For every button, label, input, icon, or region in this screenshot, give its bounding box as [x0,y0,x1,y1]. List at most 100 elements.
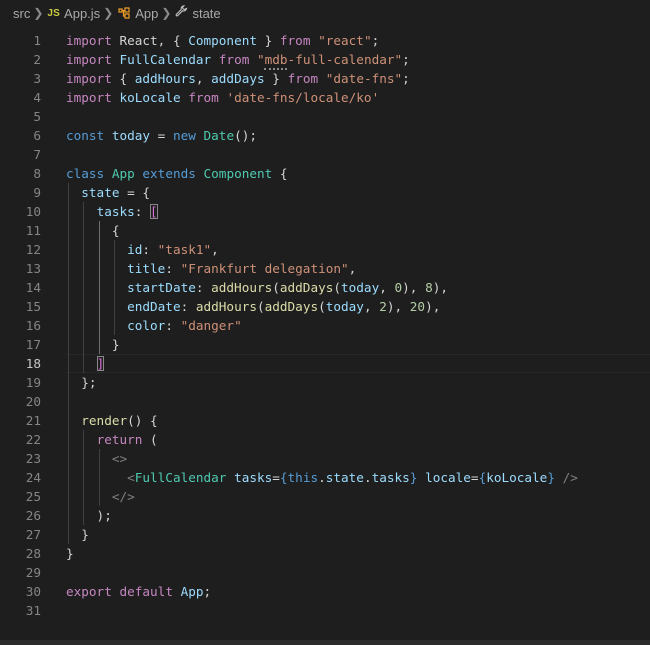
code-token: today [111,128,151,143]
code-text: import koLocale from 'date-fns/locale/ko… [66,88,379,107]
code-token: addHours [134,71,196,86]
code-token: ), [425,299,441,314]
line-number: 19 [25,375,41,390]
line-number: 28 [25,546,41,561]
code-token: import [66,71,112,86]
code-token: from [279,33,311,48]
code-line[interactable]: 4 import koLocale from 'date-fns/locale/k… [0,88,650,107]
code-line[interactable]: 3 import { addHours, addDays } from "date… [0,69,650,88]
code-token: FullCalendar [119,52,212,67]
breadcrumb-folder[interactable]: src [13,6,30,21]
code-token: , [348,261,357,276]
code-token: /> [562,470,578,485]
indent-guide [98,221,100,354]
code-token: render [81,413,128,428]
code-line[interactable]: 8 class App extends Component { [0,164,650,183]
code-line[interactable]: 23 <> [0,449,650,468]
code-line[interactable]: 2 import FullCalendar from "mdb-full-cale… [0,50,650,69]
code-line[interactable]: 16 color: "danger" [0,316,650,335]
code-token: (); [234,128,258,143]
code-token: this [287,470,319,485]
code-line[interactable]: 1 import React, { Component } from "react… [0,31,650,50]
code-line[interactable]: 5 [0,107,650,126]
line-number: 18 [25,356,41,371]
code-token: id [127,242,143,257]
code-token: ( [272,280,280,295]
code-text: import FullCalendar from "mdb-full-calen… [66,50,410,69]
code-token: ), [386,299,410,314]
code-line[interactable]: 18 ] [0,354,650,373]
code-token: startDate [127,280,196,295]
code-line[interactable]: 20 [0,392,650,411]
code-token: } [264,71,288,86]
code-line[interactable]: 25 </> [0,487,650,506]
line-number: 26 [25,508,41,523]
code-line[interactable]: 17 } [0,335,650,354]
code-token: color [127,318,166,333]
code-line[interactable]: 29 [0,563,650,582]
code-token: import [66,33,112,48]
code-token: class [66,166,105,181]
code-line[interactable]: 13 title: "Frankfurt delegation", [0,259,650,278]
code-line[interactable]: 12 id: "task1", [0,240,650,259]
code-line[interactable]: 30 export default App; [0,582,650,601]
code-token: { [66,223,120,238]
line-number: 10 [25,204,41,219]
code-line[interactable]: 31 [0,601,650,620]
code-text: title: "Frankfurt delegation", [66,259,356,278]
code-line[interactable]: 22 return ( [0,430,650,449]
chevron-right-icon: ❯ [103,6,114,20]
code-line[interactable]: 28} [0,544,650,563]
code-token: ), [432,280,448,295]
breadcrumb-file[interactable]: App.js [64,6,100,21]
code-line[interactable]: 15 endDate: addHours(addDays(today, 2), … [0,297,650,316]
code-text: const today = new Date(); [66,126,257,145]
code-line[interactable]: 24 <FullCalendar tasks={this.state.tasks… [0,468,650,487]
code-token: import [66,52,112,67]
code-line[interactable]: 27 } [0,525,650,544]
code-line[interactable]: 26 ); [0,506,650,525]
code-editor[interactable]: 1 import React, { Component } from "react… [0,26,650,620]
code-token: from [287,71,319,86]
code-line[interactable]: 7 [0,145,650,164]
code-text: }; [66,373,96,392]
chevron-right-icon: ❯ [161,6,172,20]
code-token: Date [203,128,235,143]
code-token: 0 [394,280,403,295]
code-line[interactable]: 6 const today = new Date(); [0,126,650,145]
code-token: </> [111,489,135,504]
code-line[interactable]: 14 startDate: addHours(addDays(today, 0)… [0,278,650,297]
code-token: "Frankfurt delegation" [180,261,349,276]
code-token: { [279,470,288,485]
code-line[interactable]: 19 }; [0,373,650,392]
code-token: addHours [211,280,273,295]
line-number: 23 [25,451,41,466]
code-token: <> [111,451,128,466]
property-wrench-icon [175,5,188,21]
code-token: "task1" [157,242,212,257]
code-token: ; [371,33,380,48]
code-line[interactable]: 10 tasks: [ [0,202,650,221]
code-token: ), [402,280,426,295]
code-token: addDays [211,71,265,86]
code-line[interactable]: 9 state = { [0,183,650,202]
code-line[interactable]: 21 render() { [0,411,650,430]
code-token: new [172,128,196,143]
code-token: addDays [279,280,334,295]
line-number: 29 [25,565,41,580]
code-token: "danger" [180,318,242,333]
breadcrumb-member[interactable]: state [192,6,220,21]
code-token: tasks [371,470,410,485]
code-token: default [119,584,173,599]
code-text: render() { [66,411,157,430]
code-line[interactable]: 11 { [0,221,650,240]
code-token: export [66,584,112,599]
breadcrumb-class[interactable]: App [135,6,158,21]
